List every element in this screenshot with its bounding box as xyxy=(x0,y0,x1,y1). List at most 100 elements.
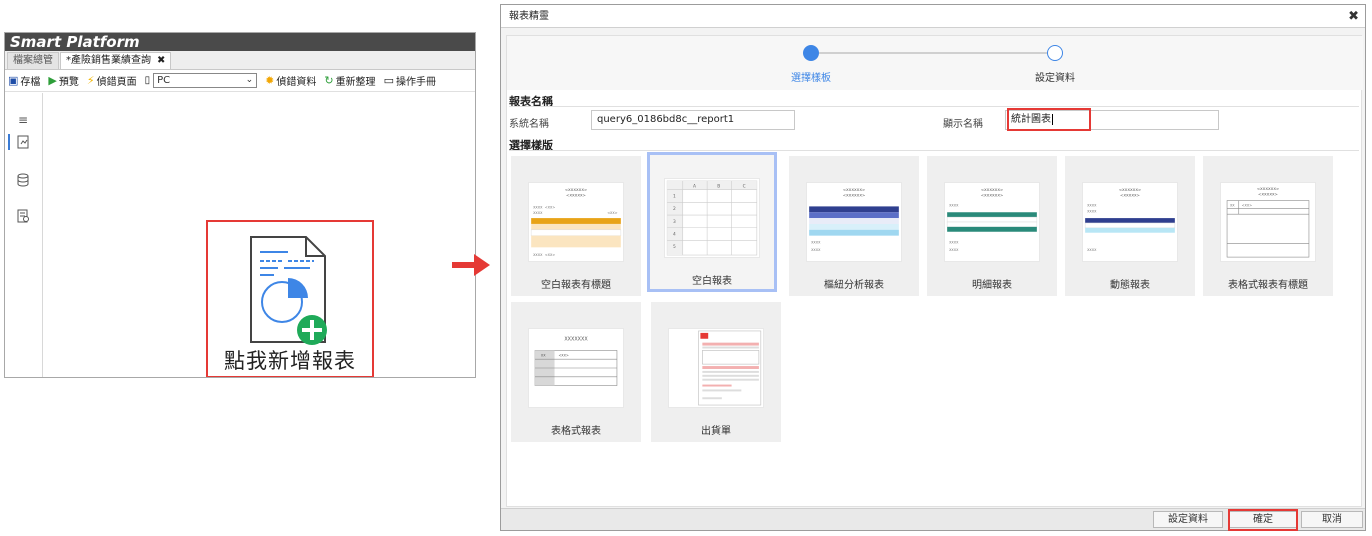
debug-data-button[interactable]: ✹ 偵錯資料 xyxy=(265,73,316,88)
screenshot-canvas: Smart Platform 檔案總管 *產險銷售業績查詢 ✖ ▣ 存檔 ▶ 預覽 ⚡… xyxy=(0,0,1372,536)
thumb-text: A xyxy=(693,183,696,189)
manual-label: 操作手冊 xyxy=(395,77,436,88)
system-name-field[interactable]: query6_0186bd8c__report1 xyxy=(591,110,795,130)
thumb-text: <XX> xyxy=(1242,203,1253,207)
thumb-text: <XXXXXX> xyxy=(843,187,866,192)
editor-toolbar: ▣ 存檔 ▶ 預覽 ⚡ 偵錯頁面 ▯ PC ⌄ ✹ 偵錯資料 ↻ 重新整理 ▭ 操作手冊 xyxy=(5,70,475,92)
play-icon: ▶ xyxy=(48,74,57,87)
debug-page-button[interactable]: ⚡ 偵錯頁面 xyxy=(87,73,137,88)
debug-page-label: 偵錯頁面 xyxy=(96,77,137,88)
step-2-indicator[interactable] xyxy=(1047,45,1063,61)
template-thumbnail: <XXXXXX> <XXXXX> XXXX XXXX XXXX xyxy=(1082,182,1178,262)
save-button[interactable]: ▣ 存檔 xyxy=(8,73,40,88)
thumb-text: <XXXXXX> xyxy=(843,193,866,198)
template-label: 明細報表 xyxy=(972,280,1012,291)
thumb-text: <XXXXXX> xyxy=(981,187,1004,192)
thumb-text: <XX> xyxy=(545,253,556,257)
thumb-text: XXXX xyxy=(1087,203,1097,207)
set-data-button[interactable]: 設定資料 xyxy=(1153,511,1223,528)
thumb-text: XXXX xyxy=(1087,209,1097,213)
device-select[interactable]: PC ⌄ xyxy=(153,73,258,88)
thumb-text: XXXX xyxy=(949,203,959,207)
smart-platform-window: Smart Platform 檔案總管 *產險銷售業績查詢 ✖ ▣ 存檔 ▶ 預覽 ⚡… xyxy=(4,32,476,378)
debug-data-label: 偵錯資料 xyxy=(276,77,317,88)
cancel-button[interactable]: 取消 xyxy=(1301,511,1363,528)
database-icon[interactable] xyxy=(16,173,30,187)
template-thumbnail: <XXXXXX> <XXXXXX> XXXX XXXX XXXX xyxy=(944,182,1040,262)
thumb-text: <XX> xyxy=(545,205,556,209)
thumb-text: XXXX xyxy=(949,248,959,252)
thumb-text: <XX> xyxy=(558,353,569,357)
sun-bug-icon: ✹ xyxy=(265,74,275,87)
reorganize-button[interactable]: ↻ 重新整理 xyxy=(324,73,375,88)
template-label: 表格式報表有標題 xyxy=(1228,280,1308,291)
report-list-icon[interactable] xyxy=(16,209,30,223)
step-2-label[interactable]: 設定資料 xyxy=(1025,69,1085,84)
template-table-with-title[interactable]: <XXXXXX> <XXXXX> XX <XX> 表格式報表有標題 xyxy=(1203,156,1333,296)
display-name-label: 顯示名稱 xyxy=(943,119,983,130)
report-design-icon[interactable] xyxy=(16,135,30,149)
thumb-text: XXXX xyxy=(811,248,821,252)
thumb-text: XX xyxy=(541,353,546,357)
brand-title: Smart Platform xyxy=(5,33,475,51)
thumb-text: <XXXXX> xyxy=(566,193,586,198)
manual-button[interactable]: ▭ 操作手冊 xyxy=(384,73,436,88)
thumb-text: <XXXXXX> xyxy=(1119,187,1142,192)
template-pivot[interactable]: <XXXXXX> <XXXXXX> XXXX XXXX 樞紐分析報表 xyxy=(789,156,919,296)
thumb-text: XXXX xyxy=(811,240,821,244)
template-thumbnail xyxy=(668,328,764,408)
lightning-icon: ⚡ xyxy=(86,74,95,87)
template-label: 表格式報表 xyxy=(551,426,601,437)
thumb-text: 5 xyxy=(673,244,676,250)
dialog-body: 選擇樣板 設定資料 報表名稱 系統名稱 query6_0186bd8c__rep… xyxy=(506,35,1363,507)
dialog-title-bar: 報表精靈 ✖ xyxy=(501,5,1365,28)
template-table[interactable]: XXXXXXX XX <XX> 表格式報表 xyxy=(511,302,641,442)
preview-label: 預覽 xyxy=(58,77,79,88)
thumb-text: XXXX xyxy=(533,253,543,257)
add-report-card[interactable]: 點我新增報表 xyxy=(206,220,374,377)
ok-button-highlight xyxy=(1228,509,1298,531)
step-1-indicator[interactable] xyxy=(803,45,819,61)
system-name-label: 系統名稱 xyxy=(509,119,549,130)
template-thumbnail: A B C 1 2 3 4 5 xyxy=(664,178,760,258)
menu-icon[interactable]: ≡ xyxy=(16,113,30,127)
add-report-label: 點我新增報表 xyxy=(224,349,356,373)
tab-label: 檔案總管 xyxy=(13,55,53,66)
thumb-text: XXXX xyxy=(1087,248,1097,252)
step-1-label[interactable]: 選擇樣板 xyxy=(781,69,841,84)
mobile-device-icon: ▯ xyxy=(144,75,151,86)
reorganize-label: 重新整理 xyxy=(335,77,376,88)
thumb-text: B xyxy=(717,183,720,189)
thumb-text: C xyxy=(743,183,746,189)
device-select-value: PC xyxy=(157,75,171,86)
flow-arrow-icon xyxy=(452,254,490,276)
report-wizard-dialog: 報表精靈 ✖ 選擇樣板 設定資料 報表名稱 系統名稱 query6_0186bd… xyxy=(500,4,1366,531)
divider xyxy=(509,106,1359,107)
tab-close-icon[interactable]: ✖ xyxy=(157,55,165,66)
thumb-text: <XXXXX> xyxy=(1258,192,1278,197)
thumb-text: 2 xyxy=(673,206,676,212)
close-icon[interactable]: ✖ xyxy=(1348,5,1359,28)
template-label: 樞紐分析報表 xyxy=(824,280,884,291)
thumb-text: XXXX xyxy=(533,205,543,209)
left-sidebar: ≡ xyxy=(5,93,43,377)
template-thumbnail: XXXXXXX XX <XX> xyxy=(528,328,624,408)
template-detail[interactable]: <XXXXXX> <XXXXXX> XXXX XXXX XXXX 明細報表 xyxy=(927,156,1057,296)
tab-file-explorer[interactable]: 檔案總管 xyxy=(7,52,59,69)
template-blank-with-title[interactable]: <XXXXXX> <XXXXX> XXXX <XX> XXXX <XX> XXX… xyxy=(511,156,641,296)
template-blank[interactable]: A B C 1 2 3 4 5 空白報表 xyxy=(647,152,777,292)
thumb-text: XXXX xyxy=(949,240,959,244)
thumb-text: 4 xyxy=(673,232,676,238)
book-icon: ▭ xyxy=(383,74,394,87)
dialog-footer: 設定資料 確定 取消 xyxy=(501,508,1365,531)
tab-bar: 檔案總管 *產險銷售業績查詢 ✖ xyxy=(5,51,475,70)
tab-label: *產險銷售業績查詢 xyxy=(66,55,151,66)
new-report-document-icon xyxy=(250,236,327,345)
thumb-text: <XXXXXX> xyxy=(565,187,588,192)
tab-sales-report[interactable]: *產險銷售業績查詢 ✖ xyxy=(60,52,172,69)
dialog-title: 報表精靈 xyxy=(509,11,549,22)
template-dynamic[interactable]: <XXXXXX> <XXXXX> XXXX XXXX XXXX 動態報表 xyxy=(1065,156,1195,296)
preview-button[interactable]: ▶ 預覽 xyxy=(48,73,78,88)
template-shipping-slip[interactable]: 出貨單 xyxy=(651,302,781,442)
chevron-down-icon: ⌄ xyxy=(245,75,254,85)
